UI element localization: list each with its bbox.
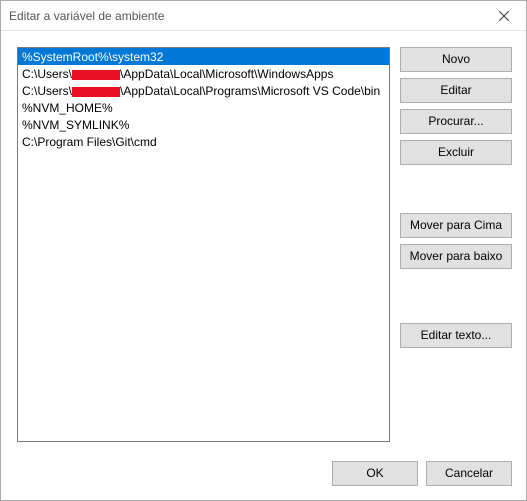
list-item[interactable]: %NVM_HOME% xyxy=(18,99,389,116)
path-prefix: C:\Users\ xyxy=(22,67,72,81)
move-down-button[interactable]: Mover para baixo xyxy=(400,244,512,269)
list-item[interactable]: %SystemRoot%\system32 xyxy=(18,48,389,65)
path-text: %SystemRoot%\system32 xyxy=(22,50,163,64)
window-title: Editar a variável de ambiente xyxy=(9,9,164,23)
close-button[interactable] xyxy=(481,1,526,30)
path-text: %NVM_HOME% xyxy=(22,101,113,115)
list-item[interactable]: %NVM_SYMLINK% xyxy=(18,116,389,133)
close-icon xyxy=(499,11,509,21)
path-listbox[interactable]: %SystemRoot%\system32 C:\Users\ \AppData\… xyxy=(17,47,390,442)
path-text: %NVM_SYMLINK% xyxy=(22,118,129,132)
path-prefix: C:\Users\ xyxy=(22,84,72,98)
spacer xyxy=(400,275,512,317)
dialog-window: Editar a variável de ambiente %SystemRoo… xyxy=(0,0,527,501)
ok-button[interactable]: OK xyxy=(332,461,418,486)
edit-text-button[interactable]: Editar texto... xyxy=(400,323,512,348)
path-text: C:\Program Files\Git\cmd xyxy=(22,135,157,149)
side-button-panel: Novo Editar Procurar... Excluir Mover pa… xyxy=(400,47,512,449)
browse-button[interactable]: Procurar... xyxy=(400,109,512,134)
edit-button[interactable]: Editar xyxy=(400,78,512,103)
list-item[interactable]: C:\Users\ \AppData\Local\Microsoft\Window… xyxy=(18,65,389,82)
move-up-button[interactable]: Mover para Cima xyxy=(400,213,512,238)
new-button[interactable]: Novo xyxy=(400,47,512,72)
spacer xyxy=(400,171,512,207)
delete-button[interactable]: Excluir xyxy=(400,140,512,165)
titlebar: Editar a variável de ambiente xyxy=(1,1,526,31)
dialog-footer: OK Cancelar xyxy=(1,449,526,500)
list-item[interactable]: C:\Users\ \AppData\Local\Programs\Microso… xyxy=(18,82,389,99)
list-item[interactable]: C:\Program Files\Git\cmd xyxy=(18,133,389,150)
path-suffix: \AppData\Local\Microsoft\WindowsApps xyxy=(120,67,333,81)
cancel-button[interactable]: Cancelar xyxy=(426,461,512,486)
redacted-username xyxy=(72,70,120,80)
dialog-content: %SystemRoot%\system32 C:\Users\ \AppData\… xyxy=(1,31,526,449)
path-suffix: \AppData\Local\Programs\Microsoft VS Cod… xyxy=(120,84,380,98)
redacted-username xyxy=(72,87,120,97)
